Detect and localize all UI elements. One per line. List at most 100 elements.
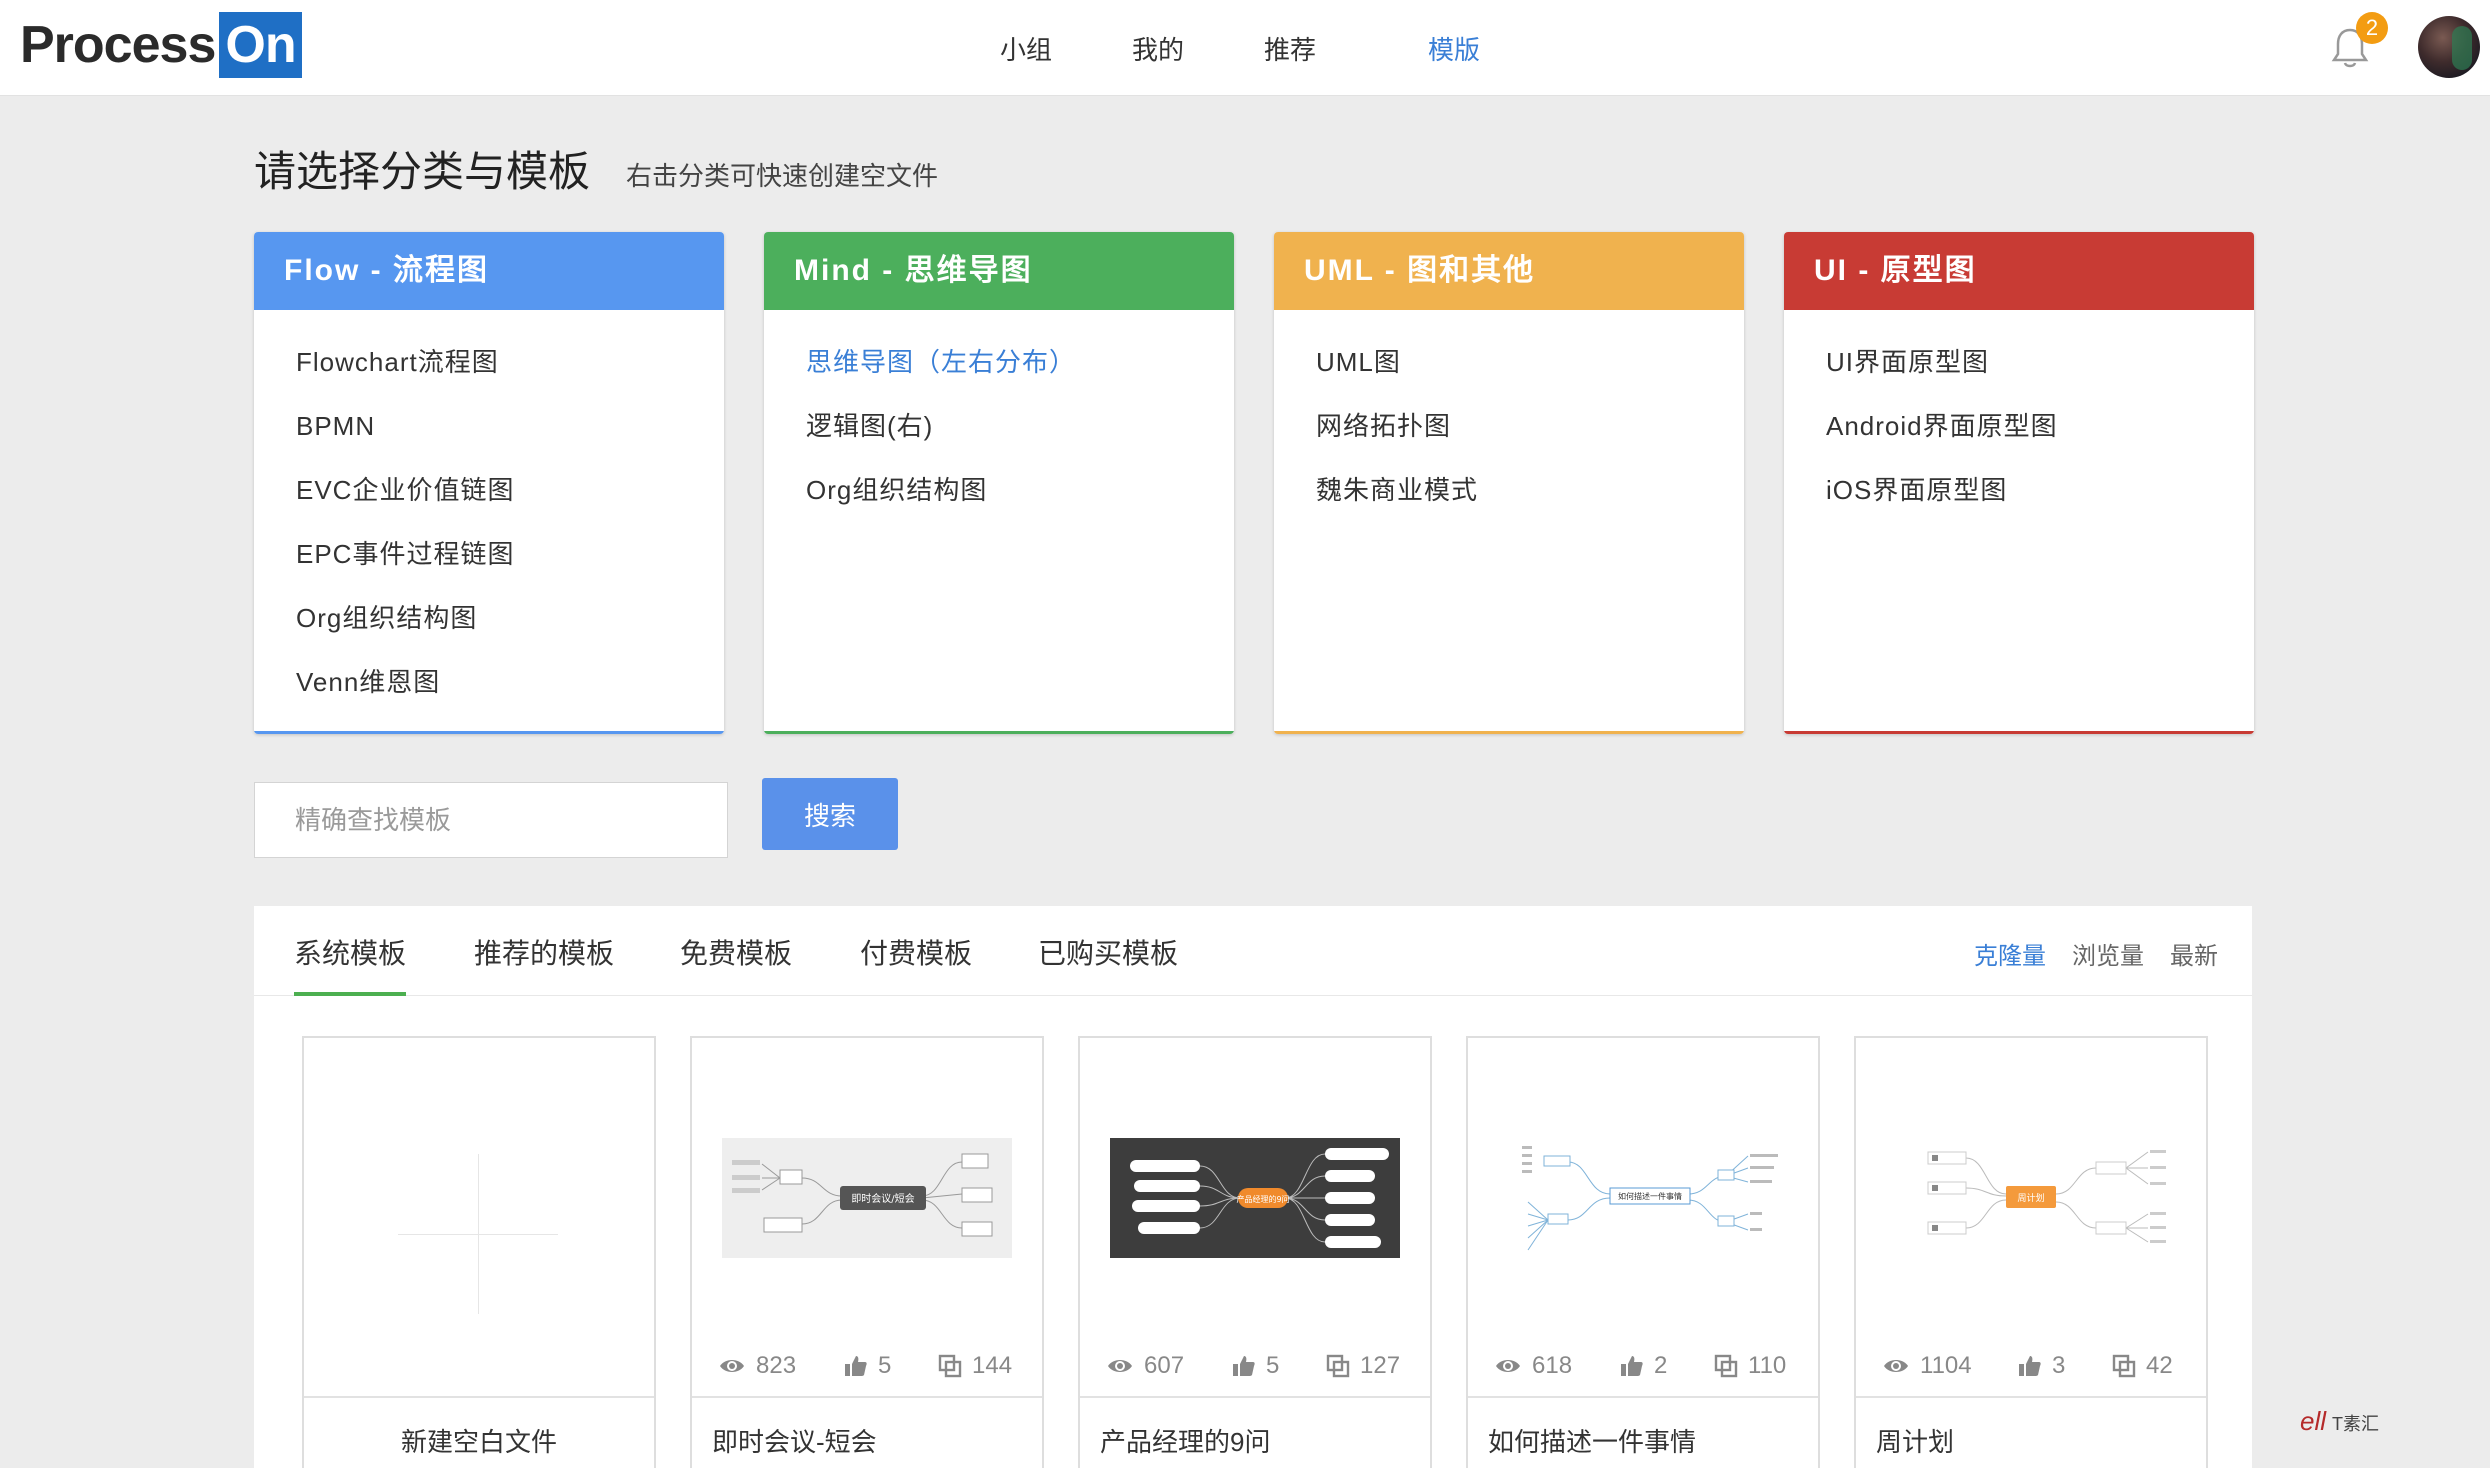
card-divider (304, 1396, 654, 1398)
nav-item-recommend[interactable]: 推荐 (1264, 30, 1316, 67)
eye-icon (1496, 1360, 1520, 1372)
template-stats: 618 2 110 (1494, 1352, 1804, 1392)
watermark-text: T素汇 (2332, 1414, 2380, 1434)
category-item[interactable]: Org组织结构图 (254, 586, 724, 650)
category-item-selected[interactable]: 思维导图（左右分布） (764, 330, 1234, 394)
template-card[interactable]: 如何描述一件事情 618 2 110 如何描述一件事情 (1466, 1036, 1820, 1468)
category-title-mind[interactable]: Mind - 思维导图 (764, 232, 1234, 310)
clones-stat: 127 (1326, 1352, 1400, 1380)
sort-by-newest[interactable]: 最新 (2170, 936, 2218, 971)
views-count: 823 (756, 1352, 797, 1379)
category-list-flow: Flowchart流程图 BPMN EVC企业价值链图 EPC事件过程链图 Or… (254, 310, 724, 714)
clones-stat: 110 (1714, 1352, 1786, 1380)
template-card[interactable]: 产品经理的9问 607 5 127 产品经理的9问 (1078, 1036, 1432, 1468)
clones-stat: 42 (2112, 1352, 2173, 1380)
clones-count: 110 (1748, 1352, 1787, 1379)
search-button[interactable]: 搜索 (762, 778, 898, 850)
template-stats: 1104 3 42 (1882, 1352, 2192, 1392)
category-list-mind: 思维导图（左右分布） 逻辑图(右) Org组织结构图 (764, 310, 1234, 522)
template-card-blank[interactable]: 新建空白文件 (302, 1036, 656, 1468)
tab-system-templates[interactable]: 系统模板 (294, 932, 406, 972)
likes-count: 3 (2052, 1352, 2066, 1379)
tab-purchased-templates[interactable]: 已购买模板 (1038, 932, 1178, 972)
views-stat: 607 (1106, 1352, 1184, 1380)
user-avatar[interactable] (2418, 16, 2480, 78)
template-name: 新建空白文件 (400, 1427, 557, 1457)
likes-stat: 5 (844, 1352, 891, 1380)
notification-badge: 2 (2356, 12, 2388, 44)
category-title-ui[interactable]: UI - 原型图 (1784, 232, 2254, 310)
category-list-ui: UI界面原型图 Android界面原型图 iOS界面原型图 (1784, 310, 2254, 522)
category-title-flow[interactable]: Flow - 流程图 (254, 232, 724, 310)
thumb-label: 产品经理的9问 (1236, 1194, 1289, 1204)
category-card-ui: UI - 原型图 UI界面原型图 Android界面原型图 iOS界面原型图 (1784, 232, 2254, 734)
clone-icon (1714, 1354, 1738, 1378)
category-item[interactable]: EVC企业价值链图 (254, 458, 724, 522)
template-card[interactable]: 即时会议/短会 823 5 144 即时会议-短会 (690, 1036, 1044, 1468)
category-item[interactable]: EPC事件过程链图 (254, 522, 724, 586)
card-bottom-border (764, 731, 1234, 734)
tab-recommended-templates[interactable]: 推荐的模板 (474, 932, 614, 972)
likes-count: 5 (878, 1352, 892, 1379)
category-item[interactable]: UML图 (1274, 330, 1744, 394)
category-list-uml: UML图 网络拓扑图 魏朱商业模式 (1274, 310, 1744, 522)
template-stats: 823 5 144 (718, 1352, 1028, 1392)
views-stat: 1104 (1882, 1352, 1972, 1380)
card-bottom-border (1274, 731, 1744, 734)
category-item[interactable]: 魏朱商业模式 (1274, 458, 1744, 522)
views-stat: 823 (718, 1352, 796, 1380)
views-stat: 618 (1494, 1352, 1572, 1380)
top-header: Process On 小组 我的 推荐 模版 2 (0, 0, 2490, 96)
template-thumbnail: 产品经理的9问 (1110, 1138, 1400, 1258)
category-item[interactable]: 逻辑图(右) (764, 394, 1234, 458)
main-nav: 小组 我的 推荐 模版 (1000, 0, 1560, 96)
clone-icon (938, 1354, 962, 1378)
category-item[interactable]: Android界面原型图 (1784, 394, 2254, 458)
plus-icon-v (478, 1154, 479, 1314)
category-item[interactable]: BPMN (254, 394, 724, 458)
card-bottom-border (254, 731, 724, 734)
category-item[interactable]: UI界面原型图 (1784, 330, 2254, 394)
card-divider (1856, 1396, 2206, 1398)
tab-free-templates[interactable]: 免费模板 (680, 932, 792, 972)
category-item[interactable]: iOS界面原型图 (1784, 458, 2254, 522)
template-name: 即时会议-短会 (712, 1427, 877, 1457)
logo-text-on: On (219, 12, 302, 78)
category-item[interactable]: 网络拓扑图 (1274, 394, 1744, 458)
category-item[interactable]: Org组织结构图 (764, 458, 1234, 522)
watermark: ell T素汇 (2300, 1406, 2379, 1437)
nav-item-group[interactable]: 小组 (1000, 30, 1052, 67)
likes-stat: 2 (1620, 1352, 1667, 1380)
clone-icon (1326, 1354, 1350, 1378)
template-name: 如何描述一件事情 (1488, 1427, 1697, 1457)
card-divider (1080, 1396, 1430, 1398)
likes-count: 2 (1654, 1352, 1668, 1379)
category-title-uml[interactable]: UML - 图和其他 (1274, 232, 1744, 310)
processon-logo[interactable]: Process On (20, 12, 302, 78)
thumb-label: 如何描述一件事情 (1618, 1191, 1682, 1201)
template-search-input[interactable] (254, 782, 728, 858)
thumbs-up-icon (845, 1356, 867, 1376)
thumbs-up-icon (1233, 1356, 1255, 1376)
nav-item-templates[interactable]: 模版 (1428, 30, 1480, 67)
template-card[interactable]: 周计划 1104 3 42 周计划 (1854, 1036, 2208, 1468)
category-item[interactable]: Flowchart流程图 (254, 330, 724, 394)
card-divider (692, 1396, 1042, 1398)
clones-count: 42 (2146, 1352, 2173, 1379)
thumb-label: 周计划 (2017, 1192, 2044, 1204)
nav-item-mine[interactable]: 我的 (1132, 30, 1184, 67)
tab-paid-templates[interactable]: 付费模板 (860, 932, 972, 972)
category-card-flow: Flow - 流程图 Flowchart流程图 BPMN EVC企业价值链图 E… (254, 232, 724, 734)
template-thumbnail: 如何描述一件事情 (1498, 1138, 1788, 1258)
template-thumbnail: 周计划 (1886, 1138, 2176, 1258)
active-tab-underline (294, 992, 406, 996)
card-bottom-border (1784, 731, 2254, 734)
sort-by-clones[interactable]: 克隆量 (1974, 936, 2046, 971)
template-tabs: 系统模板 推荐的模板 免费模板 付费模板 已购买模板 克隆量 浏览量 最新 (254, 906, 2252, 996)
eye-icon (720, 1360, 744, 1372)
category-item[interactable]: Venn维恩图 (254, 650, 724, 714)
category-card-mind: Mind - 思维导图 思维导图（左右分布） 逻辑图(右) Org组织结构图 (764, 232, 1234, 734)
logo-text-process: Process (20, 16, 216, 74)
sort-by-views[interactable]: 浏览量 (2072, 936, 2144, 971)
views-count: 618 (1532, 1352, 1573, 1379)
